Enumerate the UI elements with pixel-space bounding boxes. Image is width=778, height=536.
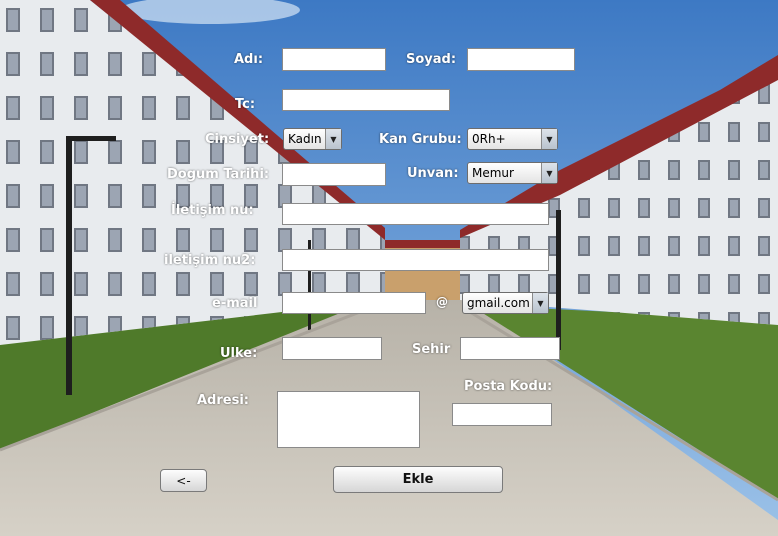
sehir-field[interactable] <box>460 337 560 360</box>
cinsiyet-value: Kadın <box>288 132 322 146</box>
chevron-down-icon: ▼ <box>541 129 557 149</box>
chevron-down-icon: ▼ <box>325 129 341 149</box>
chevron-down-icon: ▼ <box>541 163 557 183</box>
email-domain-value: gmail.com <box>467 296 530 310</box>
adres-label: Adresi: <box>197 393 249 408</box>
unvan-value: Memur <box>472 166 514 180</box>
cinsiyet-label: Cinsiyet: <box>205 132 270 147</box>
ad-field[interactable] <box>282 48 386 71</box>
iletisim2-field[interactable] <box>282 249 549 271</box>
iletisim-field[interactable] <box>282 203 549 225</box>
cinsiyet-select[interactable]: Kadın ▼ <box>283 128 342 150</box>
add-button[interactable]: Ekle <box>333 466 503 493</box>
ulke-label: Ulke: <box>220 346 258 361</box>
kan-grubu-label: Kan Grubu: <box>379 132 462 147</box>
dogum-tarihi-field[interactable] <box>282 163 386 186</box>
kan-grubu-value: 0Rh+ <box>472 132 506 146</box>
iletisim-label: İletişim nu: <box>171 203 254 218</box>
sehir-label: Sehir <box>412 342 451 357</box>
posta-kodu-field[interactable] <box>452 403 552 426</box>
soyad-label: Soyad: <box>406 52 457 67</box>
kan-grubu-select[interactable]: 0Rh+ ▼ <box>467 128 558 150</box>
chevron-down-icon: ▼ <box>532 293 548 313</box>
ulke-field[interactable] <box>282 337 382 360</box>
ad-label: Adı: <box>234 52 264 67</box>
unvan-label: Unvan: <box>407 166 459 181</box>
posta-kodu-label: Posta Kodu: <box>464 379 553 394</box>
at-sign: @ <box>436 295 448 309</box>
email-label: e-mail <box>212 296 258 311</box>
unvan-select[interactable]: Memur ▼ <box>467 162 558 184</box>
soyad-field[interactable] <box>467 48 575 71</box>
email-field[interactable] <box>282 292 426 314</box>
tc-field[interactable] <box>282 89 450 111</box>
back-button[interactable]: <- <box>160 469 207 492</box>
tc-label: Tc: <box>235 97 256 112</box>
dogum-tarihi-label: Dogum Tarihi: <box>167 167 270 182</box>
adres-field[interactable] <box>277 391 420 448</box>
iletisim2-label: iletişim nu2: <box>164 253 256 268</box>
email-domain-select[interactable]: gmail.com ▼ <box>462 292 549 314</box>
